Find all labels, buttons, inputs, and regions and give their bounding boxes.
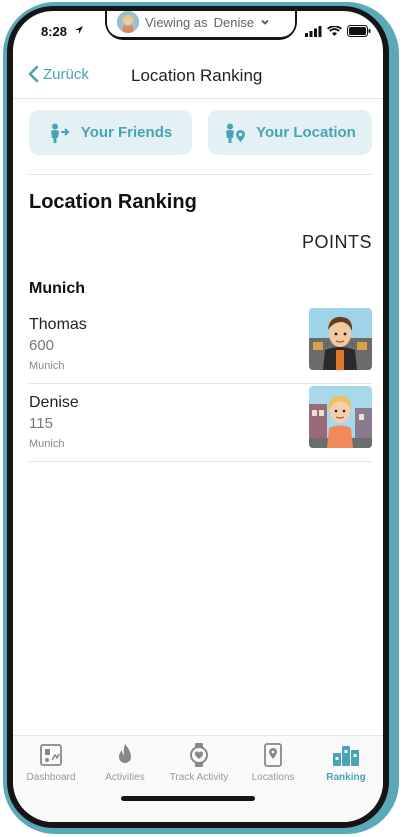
your-location-button[interactable]: Your Location <box>208 110 372 155</box>
tab-ranking[interactable]: Ranking <box>309 742 383 783</box>
viewing-avatar <box>117 11 139 33</box>
user-name: Denise <box>29 394 79 411</box>
tab-activities[interactable]: Activities <box>88 742 162 783</box>
navigation-header: Zurück Location Ranking <box>13 55 383 99</box>
page-title: Location Ranking <box>131 66 263 85</box>
back-button[interactable]: Zurück <box>27 65 89 83</box>
battery-icon <box>347 25 371 37</box>
tab-locations[interactable]: Locations <box>236 742 310 783</box>
friends-icon <box>50 123 70 143</box>
wifi-icon <box>327 25 342 36</box>
home-indicator <box>121 796 255 801</box>
user-name: Thomas <box>29 316 87 333</box>
tab-label: Locations <box>251 772 295 783</box>
status-icons <box>305 25 371 37</box>
location-pin-icon <box>264 743 282 767</box>
status-time: 8:28 <box>41 24 68 39</box>
flame-icon <box>119 744 131 763</box>
bottom-tab-bar: Dashboard Activities Track Activity Loca… <box>13 735 383 822</box>
ranking-icon <box>333 746 359 766</box>
row-divider <box>29 383 372 384</box>
ranking-row[interactable]: Denise 115 Munich <box>29 386 372 462</box>
your-friends-label: Your Friends <box>80 124 173 141</box>
location-person-icon <box>226 123 246 143</box>
app-screen: 8:28 Viewing as Denise Zurück Location R… <box>13 11 383 822</box>
tab-label: Track Activity <box>169 772 229 783</box>
avatar <box>309 386 372 448</box>
tab-label: Ranking <box>326 772 366 783</box>
your-location-label: Your Location <box>256 124 356 141</box>
avatar <box>309 308 372 370</box>
your-friends-button[interactable]: Your Friends <box>29 110 192 155</box>
user-points: 115 <box>29 415 53 432</box>
viewing-user: Denise <box>213 14 255 30</box>
tab-dashboard[interactable]: Dashboard <box>14 742 88 783</box>
chevron-down-icon <box>261 19 269 25</box>
signal-icon <box>305 25 322 37</box>
back-label: Zurück <box>43 65 89 83</box>
viewing-as-selector[interactable]: Viewing as Denise <box>107 11 295 37</box>
user-city: Munich <box>29 438 65 450</box>
watch-icon <box>190 743 208 767</box>
ranking-row[interactable]: Thomas 600 Munich <box>29 308 372 384</box>
chevron-left-icon <box>28 65 39 83</box>
ranking-title: Location Ranking <box>29 191 197 213</box>
status-bar: 8:28 Viewing as Denise <box>13 11 383 51</box>
tab-label: Activities <box>105 772 145 783</box>
section-divider <box>29 174 372 175</box>
dashboard-icon <box>40 744 62 766</box>
user-points: 600 <box>29 337 55 354</box>
location-group-title: Munich <box>29 280 85 297</box>
viewing-prefix: Viewing as <box>145 14 208 30</box>
location-arrow-icon <box>75 26 83 34</box>
user-city: Munich <box>29 360 65 372</box>
points-column-header: POINTS <box>301 232 372 252</box>
row-divider <box>29 461 372 462</box>
tab-label: Dashboard <box>26 772 76 783</box>
tab-track-activity[interactable]: Track Activity <box>162 742 236 783</box>
